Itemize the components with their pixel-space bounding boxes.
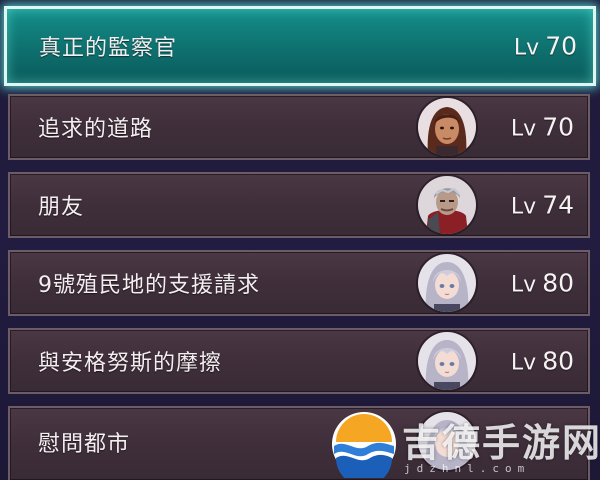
brown-haired-woman-portrait-icon <box>418 98 476 156</box>
quest-list: 真正的監察官 Lv 70 追求的道路 Lv 70 朋友 Lv 74 9號殖民地的… <box>0 0 600 480</box>
quest-row[interactable]: 9號殖民地的支援請求 Lv 80 <box>8 250 590 316</box>
quest-row-selected[interactable]: 真正的監察官 Lv 70 <box>4 6 596 86</box>
level-value: 80 <box>542 268 574 298</box>
level-value: 74 <box>542 190 574 220</box>
silver-haired-girl-portrait-icon <box>418 254 476 312</box>
quest-level: Lv 70 <box>514 32 577 61</box>
quest-row[interactable]: 慰問都市 <box>8 406 590 480</box>
level-prefix: Lv <box>510 350 537 376</box>
quest-title: 慰問都市 <box>38 432 131 457</box>
silver-haired-girl-portrait-icon <box>418 332 476 390</box>
quest-level: Lv 80 <box>511 269 574 298</box>
quest-title: 真正的監察官 <box>39 36 178 61</box>
level-prefix: Lv <box>513 35 540 61</box>
quest-level: Lv 74 <box>511 191 574 220</box>
level-value: 70 <box>545 31 577 61</box>
quest-title: 與安格努斯的摩擦 <box>38 351 223 376</box>
level-prefix: Lv <box>510 272 537 298</box>
quest-title: 朋友 <box>38 195 85 220</box>
quest-title: 9號殖民地的支援請求 <box>38 273 260 298</box>
quest-row[interactable]: 與安格努斯的摩擦 Lv 80 <box>8 328 590 394</box>
level-value: 70 <box>542 112 574 142</box>
armored-grey-haired-man-portrait-icon <box>418 176 476 234</box>
quest-row[interactable]: 朋友 Lv 74 <box>8 172 590 238</box>
quest-level: Lv 80 <box>511 347 574 376</box>
level-value: 80 <box>542 346 574 376</box>
level-prefix: Lv <box>510 116 537 142</box>
quest-level: Lv 70 <box>511 113 574 142</box>
quest-title: 追求的道路 <box>38 117 154 142</box>
quest-row[interactable]: 追求的道路 Lv 70 <box>8 94 590 160</box>
level-prefix: Lv <box>510 194 537 220</box>
silver-haired-girl-portrait-icon <box>418 412 476 470</box>
